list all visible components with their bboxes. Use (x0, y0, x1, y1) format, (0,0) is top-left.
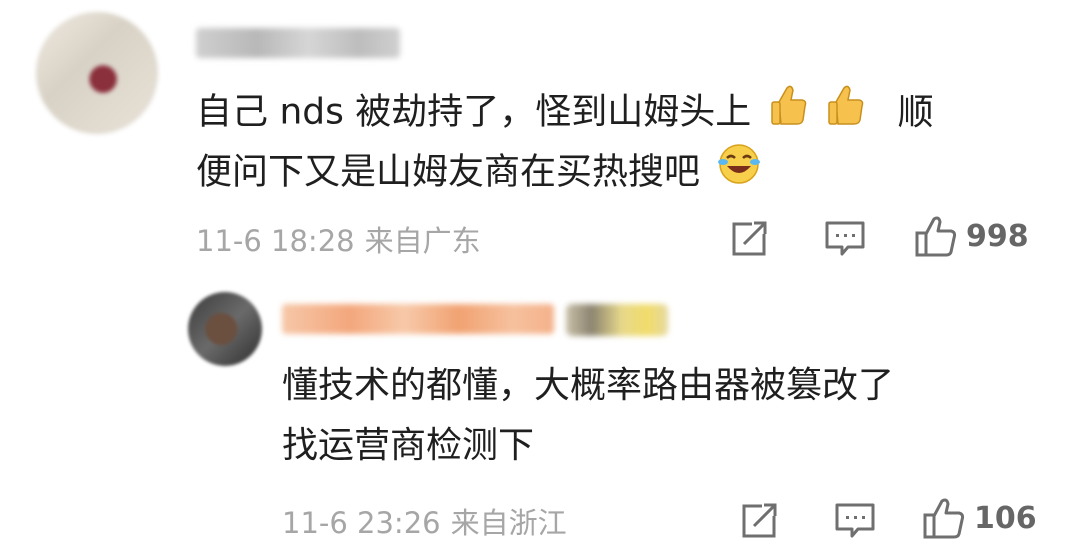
username-blurred[interactable] (196, 28, 400, 58)
comment-text-line: 便问下又是山姆友商在买热搜吧 (196, 142, 761, 205)
location: 来自广东 (364, 224, 481, 258)
comment-text: 自己 nds 被劫持了，怪到山姆头上 (196, 91, 752, 133)
comment-meta: 11-6 23:26 来自浙江 (282, 500, 567, 542)
like-count: 998 (966, 218, 1029, 254)
share-icon (732, 220, 768, 256)
comment-text-line: 懂技术的都懂，大概率路由器被篡改了 (282, 356, 894, 416)
thumbs-up-outline-icon (923, 498, 965, 539)
comment-text-tail: 顺 (897, 91, 934, 133)
laughing-crying-emoji-icon (717, 142, 761, 205)
share-icon (742, 502, 778, 538)
like-button[interactable]: 106 (922, 496, 1037, 540)
thumbs-up-emoji-icon (826, 82, 866, 145)
comment-button[interactable] (834, 502, 876, 540)
comment-meta: 11-6 18:28 来自广东 (196, 218, 481, 260)
like-button[interactable]: 998 (914, 214, 1029, 258)
comment-thread: 自己 nds 被劫持了，怪到山姆头上 顺 便问下又是山姆友商在买热搜吧 11-6… (0, 0, 1080, 556)
share-button[interactable] (730, 218, 770, 258)
comment-icon (835, 503, 875, 538)
comment-text: 便问下又是山姆友商在买热搜吧 (196, 151, 701, 193)
timestamp: 11-6 23:26 (282, 506, 441, 540)
thumbs-up-emoji-icon (769, 82, 809, 145)
share-button[interactable] (740, 500, 780, 540)
avatar[interactable] (188, 292, 262, 366)
thumbs-up-outline-icon (915, 216, 957, 257)
comment-button[interactable] (824, 220, 866, 258)
timestamp: 11-6 18:28 (196, 224, 355, 258)
user-badge-blurred (566, 304, 668, 336)
location: 来自浙江 (450, 506, 567, 540)
comment-icon (825, 221, 865, 256)
avatar[interactable] (36, 12, 158, 134)
comment-text-line: 找运营商检测下 (282, 416, 534, 476)
like-count: 106 (974, 500, 1037, 536)
comment-text: 懂技术的都懂，大概率路由器被篡改了 (282, 365, 895, 406)
comment-text-line: 自己 nds 被劫持了，怪到山姆头上 顺 (196, 82, 934, 145)
comment-text: 找运营商检测下 (282, 425, 535, 466)
username-blurred[interactable] (282, 304, 554, 334)
